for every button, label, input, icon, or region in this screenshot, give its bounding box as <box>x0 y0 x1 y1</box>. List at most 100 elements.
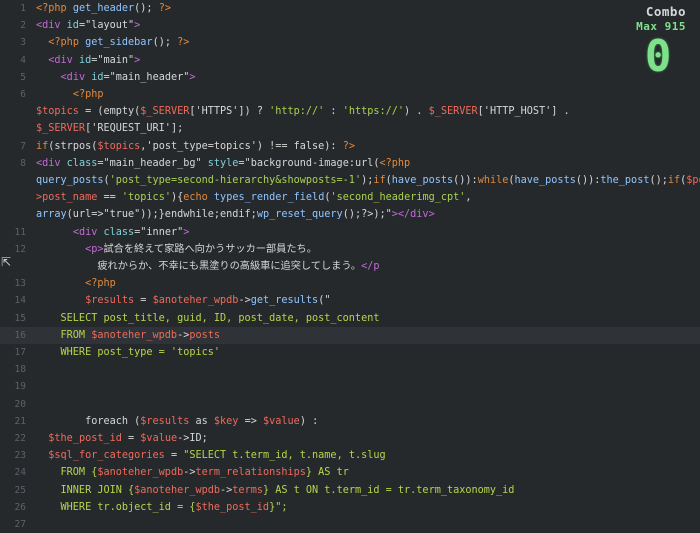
line-number: 21 <box>14 415 26 427</box>
code-line[interactable]: 18 <box>0 361 700 378</box>
code-token: ="layout" <box>78 20 135 32</box>
code-line[interactable]: 27 <box>0 516 700 533</box>
code-line[interactable]: 20 <box>0 396 700 413</box>
code-token: ) . <box>404 106 429 118</box>
code-line[interactable]: 5 <div id="main_header"> <box>0 69 700 86</box>
code-token: $anoteher_wpdb <box>91 329 178 341</box>
code-line[interactable]: 26 WHERE tr.object_id = {$the_post_id}"; <box>0 499 700 516</box>
code-token: SELECT post_title, guid, ID, post_date, … <box>36 312 380 324</box>
code-token: ()): <box>453 175 478 186</box>
code-text: foreach ($results as $key => $value) : <box>36 413 318 430</box>
code-line[interactable]: 24 FROM {$anoteher_wpdb->term_relationsh… <box>0 464 700 481</box>
code-text: <div id="main"> <box>36 52 140 69</box>
code-token: > <box>189 71 196 83</box>
code-line[interactable]: 13 <?php <box>0 275 700 292</box>
code-token: $post- <box>686 175 700 186</box>
code-token: $_SERVER <box>428 106 478 118</box>
code-token: ></div> <box>391 209 435 221</box>
code-line[interactable]: 疲れからか、不幸にも黒塗りの高級車に追突してしまう。</p <box>0 258 700 275</box>
code-token: INNER JOIN { <box>36 484 135 496</box>
code-token: 'https://' <box>342 106 405 118</box>
code-line[interactable]: 17 WHERE post_type = 'topics' <box>0 344 700 361</box>
code-token: (url=>"true"));}endwhile;endif; <box>66 209 257 221</box>
code-line[interactable]: 3 <?php get_sidebar(); ?> <box>0 34 700 51</box>
code-text: 疲れからか、不幸にも黒塗りの高級車に追突してしまう。</p <box>36 258 379 275</box>
line-number: 27 <box>14 519 26 530</box>
code-line[interactable]: >post_name == 'topics'){echo types_rende… <box>0 189 700 206</box>
code-token: if <box>36 140 49 152</box>
code-text: query_posts('post_type=second-hierarchy&… <box>36 172 700 189</box>
code-line[interactable]: $topics = (empty($_SERVER['HTTPS']) ? 'h… <box>0 103 700 120</box>
code-token: if <box>667 175 681 186</box>
code-line[interactable]: 6 <?php <box>0 86 700 103</box>
line-number: 20 <box>14 398 26 410</box>
code-token: = <box>134 295 153 307</box>
code-token: <?php <box>48 37 86 49</box>
code-line[interactable]: 4 <div id="main"> <box>0 52 700 69</box>
code-line[interactable]: 11 <div class="inner"> <box>0 224 700 241</box>
code-text: <div class="main_header_bg" style="backg… <box>36 155 410 172</box>
code-text: FROM {$anoteher_wpdb->term_relationships… <box>36 464 349 481</box>
code-token: FROM <box>36 329 92 341</box>
code-token: $value <box>140 433 178 444</box>
code-line[interactable]: 22 $the_post_id = $value->ID; <box>0 430 700 447</box>
code-line[interactable]: $_SERVER['REQUEST_URI']; <box>0 120 700 137</box>
line-number: 16 <box>14 329 26 341</box>
code-token: (); <box>152 37 178 49</box>
code-token: }"; <box>269 501 288 513</box>
code-text: <div id="layout"> <box>36 17 140 34</box>
code-text: FROM $anoteher_wpdb->posts <box>36 327 221 344</box>
code-token: 試合を終えて家路へ向かうサッカー部員たち。 <box>103 243 317 255</box>
line-number: 7 <box>20 140 26 152</box>
code-token: (strpos( <box>48 140 98 152</box>
code-token: $anoteher_wpdb <box>97 467 184 479</box>
code-token: ){ <box>170 192 184 204</box>
code-line[interactable]: 16 FROM $anoteher_wpdb->posts <box>0 326 700 344</box>
code-line[interactable]: query_posts('post_type=second-hierarchy&… <box>0 172 700 189</box>
code-token: $topics <box>97 140 141 152</box>
code-line[interactable]: 7 if(strpos($topics,'post_type=topics') !… <box>0 138 700 155</box>
code-token: 'post_type=second-hierarchy&showposts=-1… <box>109 175 362 186</box>
line-number: 24 <box>14 467 26 479</box>
code-line[interactable]: 14 $results = $anoteher_wpdb->get_result… <box>0 292 700 309</box>
code-line[interactable]: 23 $sql_for_categories = "SELECT t.term_… <box>0 447 700 464</box>
code-token: ="inner" <box>134 226 184 238</box>
code-token: ="background-image:url( <box>238 157 380 169</box>
code-token: => <box>238 415 263 427</box>
code-line[interactable]: 2 <div id="layout"> <box>0 17 700 34</box>
code-line[interactable]: 12 <p>試合を終えて家路へ向かうサッカー部員たち。 <box>0 241 700 258</box>
code-token: > <box>134 54 141 66</box>
code-token: -> <box>238 295 251 307</box>
code-token: <div <box>48 54 79 66</box>
code-token: <?php <box>72 89 104 100</box>
code-line[interactable]: array(url=>"true"));}endwhile;endif;wp_r… <box>0 206 700 223</box>
line-number: 4 <box>20 54 26 66</box>
code-text: <?php <box>36 275 116 292</box>
code-token: term_relationships <box>195 467 306 479</box>
code-token: $anoteher_wpdb <box>134 484 221 496</box>
code-line[interactable]: 8 <div class="main_header_bg" style="back… <box>0 155 700 172</box>
code-token: $the_post_id <box>195 501 270 513</box>
code-line[interactable]: 19 <box>0 378 700 395</box>
combo-title: Combo <box>645 4 686 19</box>
code-token: terms <box>232 484 263 496</box>
code-line[interactable]: 21 foreach ($results as $key => $value) … <box>0 413 700 430</box>
code-token: WHERE tr.object_id = { <box>36 501 196 513</box>
line-number: 15 <box>14 312 26 324</box>
code-line[interactable]: 25 INNER JOIN {$anoteher_wpdb->terms} AS… <box>0 482 700 499</box>
code-line[interactable]: 1 <?php get_header(); ?> <box>0 0 700 17</box>
code-token: $_SERVER <box>36 123 86 135</box>
code-line[interactable]: 15 SELECT post_title, guid, ID, post_dat… <box>0 310 700 327</box>
line-number: 22 <box>14 433 26 444</box>
code-text: <?php <box>36 86 104 103</box>
code-token: (" <box>318 295 331 307</box>
code-token: >post_name <box>36 192 98 204</box>
line-number: 23 <box>14 450 26 462</box>
code-editor[interactable]: 1 <?php get_header(); ?> 2 <div id="layout"… <box>0 0 700 530</box>
